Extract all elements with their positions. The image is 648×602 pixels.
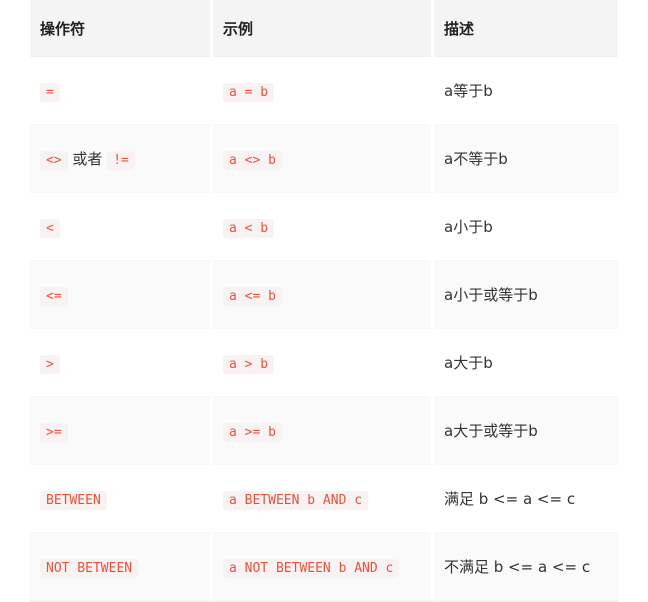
- table-row: >= a >= b a大于或等于b: [30, 397, 618, 465]
- example-code: a BETWEEN b AND c: [223, 490, 369, 510]
- operator-code: <=: [40, 286, 68, 306]
- operator-alt-code: !=: [107, 151, 135, 170]
- example-code: a > b: [223, 354, 275, 374]
- header-example: 示例: [213, 0, 431, 57]
- description-cell: a等于b: [434, 57, 618, 125]
- operator-joiner-text: 或者: [67, 150, 108, 168]
- operator-code: =: [40, 82, 60, 102]
- header-description: 描述: [434, 0, 618, 57]
- header-operator: 操作符: [30, 0, 210, 57]
- description-cell: a小于或等于b: [434, 261, 618, 329]
- description-cell: 满足 b <= a <= c: [434, 465, 618, 533]
- example-code: a >= b: [223, 422, 282, 442]
- table-header: 操作符 示例 描述: [30, 0, 618, 57]
- example-cell: a NOT BETWEEN b AND c: [213, 533, 431, 601]
- operator-cell: >: [30, 329, 210, 397]
- header-row: 操作符 示例 描述: [30, 0, 618, 57]
- example-cell: a < b: [213, 193, 431, 261]
- operator-code: BETWEEN: [40, 490, 107, 510]
- operator-code: >: [40, 354, 60, 374]
- table-row: <= a <= b a小于或等于b: [30, 261, 618, 329]
- operator-table: 操作符 示例 描述 = a = b a等于b <> 或者 != a <> b a…: [27, 0, 621, 601]
- example-code: a NOT BETWEEN b AND c: [223, 558, 400, 578]
- description-cell: a不等于b: [434, 125, 618, 193]
- operator-table-container: 操作符 示例 描述 = a = b a等于b <> 或者 != a <> b a…: [30, 0, 618, 602]
- example-cell: a <= b: [213, 261, 431, 329]
- operator-cell: <> 或者 !=: [30, 125, 210, 193]
- operator-code: <>: [40, 151, 68, 170]
- example-cell: a > b: [213, 329, 431, 397]
- example-cell: a <> b: [213, 125, 431, 193]
- table-body: = a = b a等于b <> 或者 != a <> b a不等于b < a <…: [30, 57, 618, 601]
- operator-code: >=: [40, 422, 68, 442]
- operator-cell: <: [30, 193, 210, 261]
- description-text: 不满足 b <= a <= c: [444, 558, 591, 576]
- table-row: BETWEEN a BETWEEN b AND c 满足 b <= a <= c: [30, 465, 618, 533]
- operator-cell: NOT BETWEEN: [30, 533, 210, 601]
- description-text: a大于b: [444, 354, 493, 372]
- description-text: a小于b: [444, 218, 493, 236]
- operator-cell: =: [30, 57, 210, 125]
- description-text: 满足 b <= a <= c: [444, 490, 576, 508]
- example-cell: a >= b: [213, 397, 431, 465]
- description-cell: 不满足 b <= a <= c: [434, 533, 618, 601]
- description-text: a等于b: [444, 82, 493, 100]
- example-code: a <= b: [223, 286, 282, 306]
- description-cell: a大于b: [434, 329, 618, 397]
- table-row: < a < b a小于b: [30, 193, 618, 261]
- operator-cell: BETWEEN: [30, 465, 210, 533]
- description-cell: a小于b: [434, 193, 618, 261]
- description-cell: a大于或等于b: [434, 397, 618, 465]
- table-row: NOT BETWEEN a NOT BETWEEN b AND c 不满足 b …: [30, 533, 618, 601]
- example-code: a < b: [223, 218, 275, 238]
- description-text: a不等于b: [444, 150, 508, 168]
- example-code: a <> b: [223, 150, 282, 170]
- operator-cell: <=: [30, 261, 210, 329]
- description-text: a小于或等于b: [444, 286, 538, 304]
- table-row: <> 或者 != a <> b a不等于b: [30, 125, 618, 193]
- operator-code: <: [40, 218, 60, 238]
- example-cell: a BETWEEN b AND c: [213, 465, 431, 533]
- table-row: > a > b a大于b: [30, 329, 618, 397]
- table-row: = a = b a等于b: [30, 57, 618, 125]
- operator-cell: >=: [30, 397, 210, 465]
- example-code: a = b: [223, 82, 275, 102]
- description-text: a大于或等于b: [444, 422, 538, 440]
- example-cell: a = b: [213, 57, 431, 125]
- operator-code: NOT BETWEEN: [40, 558, 139, 578]
